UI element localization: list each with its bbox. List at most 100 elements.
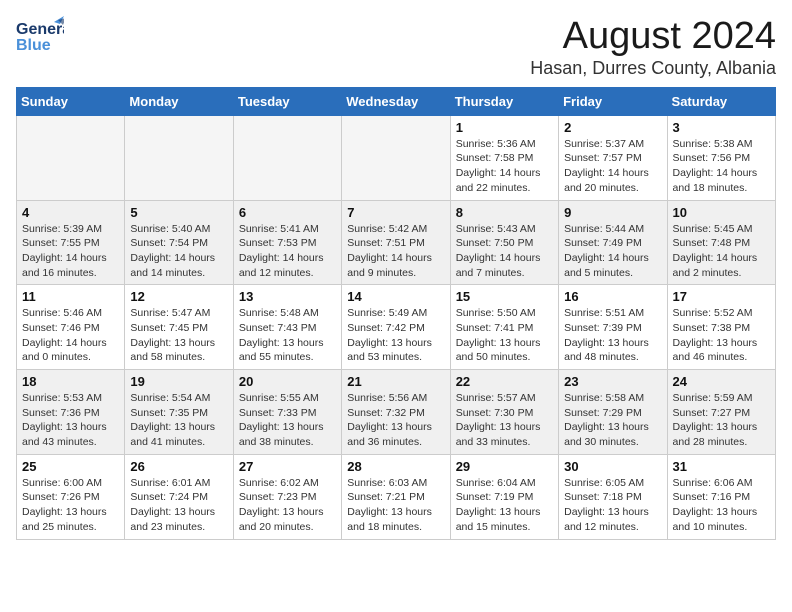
day-info: Sunrise: 5:44 AM Sunset: 7:49 PM Dayligh… bbox=[564, 222, 661, 281]
day-info: Sunrise: 5:54 AM Sunset: 7:35 PM Dayligh… bbox=[130, 391, 227, 450]
table-row: 5 Sunrise: 5:40 AM Sunset: 7:54 PM Daylig… bbox=[125, 200, 233, 285]
day-number: 25 bbox=[22, 459, 119, 474]
table-row bbox=[342, 115, 450, 200]
day-number: 2 bbox=[564, 120, 661, 135]
day-info: Sunrise: 5:53 AM Sunset: 7:36 PM Dayligh… bbox=[22, 391, 119, 450]
calendar-week-row: 18 Sunrise: 5:53 AM Sunset: 7:36 PM Dayli… bbox=[17, 370, 776, 455]
logo-icon: General Blue bbox=[16, 16, 64, 54]
day-number: 27 bbox=[239, 459, 336, 474]
table-row: 25Sunrise: 6:00 AM Sunset: 7:26 PM Dayli… bbox=[17, 454, 125, 539]
day-info: Sunrise: 6:03 AM Sunset: 7:21 PM Dayligh… bbox=[347, 476, 444, 535]
day-number: 29 bbox=[456, 459, 553, 474]
table-row: 2 Sunrise: 5:37 AM Sunset: 7:57 PM Daylig… bbox=[559, 115, 667, 200]
svg-text:Blue: Blue bbox=[16, 37, 51, 54]
day-info: Sunrise: 5:41 AM Sunset: 7:53 PM Dayligh… bbox=[239, 222, 336, 281]
day-info: Sunrise: 6:02 AM Sunset: 7:23 PM Dayligh… bbox=[239, 476, 336, 535]
day-number: 24 bbox=[673, 374, 770, 389]
day-number: 20 bbox=[239, 374, 336, 389]
day-number: 15 bbox=[456, 289, 553, 304]
day-number: 13 bbox=[239, 289, 336, 304]
col-thursday: Thursday bbox=[450, 87, 558, 115]
col-saturday: Saturday bbox=[667, 87, 775, 115]
logo: General Blue bbox=[16, 16, 64, 54]
day-number: 7 bbox=[347, 205, 444, 220]
day-info: Sunrise: 5:45 AM Sunset: 7:48 PM Dayligh… bbox=[673, 222, 770, 281]
page-subtitle: Hasan, Durres County, Albania bbox=[530, 58, 776, 79]
day-info: Sunrise: 5:37 AM Sunset: 7:57 PM Dayligh… bbox=[564, 137, 661, 196]
day-number: 18 bbox=[22, 374, 119, 389]
table-row: 24 Sunrise: 5:59 AM Sunset: 7:27 PM Dayli… bbox=[667, 370, 775, 455]
day-info: Sunrise: 5:56 AM Sunset: 7:32 PM Dayligh… bbox=[347, 391, 444, 450]
day-number: 12 bbox=[130, 289, 227, 304]
day-info: Sunrise: 6:06 AM Sunset: 7:16 PM Dayligh… bbox=[673, 476, 770, 535]
table-row: 15Sunrise: 5:50 AM Sunset: 7:41 PM Dayli… bbox=[450, 285, 558, 370]
calendar-week-row: 1 Sunrise: 5:36 AM Sunset: 7:58 PM Daylig… bbox=[17, 115, 776, 200]
day-number: 16 bbox=[564, 289, 661, 304]
table-row bbox=[125, 115, 233, 200]
col-tuesday: Tuesday bbox=[233, 87, 341, 115]
table-row: 26Sunrise: 6:01 AM Sunset: 7:24 PM Dayli… bbox=[125, 454, 233, 539]
page-header: General Blue August 2024 Hasan, Durres C… bbox=[16, 16, 776, 79]
col-monday: Monday bbox=[125, 87, 233, 115]
table-row: 27 Sunrise: 6:02 AM Sunset: 7:23 PM Dayli… bbox=[233, 454, 341, 539]
day-info: Sunrise: 5:55 AM Sunset: 7:33 PM Dayligh… bbox=[239, 391, 336, 450]
svg-text:General: General bbox=[16, 21, 64, 38]
day-info: Sunrise: 5:57 AM Sunset: 7:30 PM Dayligh… bbox=[456, 391, 553, 450]
day-info: Sunrise: 5:40 AM Sunset: 7:54 PM Dayligh… bbox=[130, 222, 227, 281]
day-number: 31 bbox=[673, 459, 770, 474]
day-info: Sunrise: 5:43 AM Sunset: 7:50 PM Dayligh… bbox=[456, 222, 553, 281]
col-wednesday: Wednesday bbox=[342, 87, 450, 115]
calendar-table: Sunday Monday Tuesday Wednesday Thursday… bbox=[16, 87, 776, 540]
day-number: 23 bbox=[564, 374, 661, 389]
table-row: 21 Sunrise: 5:56 AM Sunset: 7:32 PM Dayli… bbox=[342, 370, 450, 455]
table-row: 28 Sunrise: 6:03 AM Sunset: 7:21 PM Dayli… bbox=[342, 454, 450, 539]
day-number: 3 bbox=[673, 120, 770, 135]
day-info: Sunrise: 6:05 AM Sunset: 7:18 PM Dayligh… bbox=[564, 476, 661, 535]
col-sunday: Sunday bbox=[17, 87, 125, 115]
day-info: Sunrise: 5:51 AM Sunset: 7:39 PM Dayligh… bbox=[564, 306, 661, 365]
day-number: 5 bbox=[130, 205, 227, 220]
title-block: August 2024 Hasan, Durres County, Albani… bbox=[530, 16, 776, 79]
table-row: 18 Sunrise: 5:53 AM Sunset: 7:36 PM Dayli… bbox=[17, 370, 125, 455]
day-info: Sunrise: 6:01 AM Sunset: 7:24 PM Dayligh… bbox=[130, 476, 227, 535]
day-info: Sunrise: 5:36 AM Sunset: 7:58 PM Dayligh… bbox=[456, 137, 553, 196]
day-info: Sunrise: 5:42 AM Sunset: 7:51 PM Dayligh… bbox=[347, 222, 444, 281]
table-row: 10 Sunrise: 5:45 AM Sunset: 7:48 PM Dayli… bbox=[667, 200, 775, 285]
day-number: 1 bbox=[456, 120, 553, 135]
table-row: 31 Sunrise: 6:06 AM Sunset: 7:16 PM Dayli… bbox=[667, 454, 775, 539]
table-row: 29Sunrise: 6:04 AM Sunset: 7:19 PM Dayli… bbox=[450, 454, 558, 539]
day-info: Sunrise: 5:58 AM Sunset: 7:29 PM Dayligh… bbox=[564, 391, 661, 450]
table-row: 14Sunrise: 5:49 AM Sunset: 7:42 PM Dayli… bbox=[342, 285, 450, 370]
table-row: 8 Sunrise: 5:43 AM Sunset: 7:50 PM Daylig… bbox=[450, 200, 558, 285]
day-number: 10 bbox=[673, 205, 770, 220]
day-info: Sunrise: 5:39 AM Sunset: 7:55 PM Dayligh… bbox=[22, 222, 119, 281]
day-info: Sunrise: 5:47 AM Sunset: 7:45 PM Dayligh… bbox=[130, 306, 227, 365]
day-info: Sunrise: 5:59 AM Sunset: 7:27 PM Dayligh… bbox=[673, 391, 770, 450]
table-row: 13 Sunrise: 5:48 AM Sunset: 7:43 PM Dayli… bbox=[233, 285, 341, 370]
day-number: 19 bbox=[130, 374, 227, 389]
calendar-week-row: 25Sunrise: 6:00 AM Sunset: 7:26 PM Dayli… bbox=[17, 454, 776, 539]
day-number: 22 bbox=[456, 374, 553, 389]
day-number: 8 bbox=[456, 205, 553, 220]
table-row: 17 Sunrise: 5:52 AM Sunset: 7:38 PM Dayli… bbox=[667, 285, 775, 370]
table-row: 19 Sunrise: 5:54 AM Sunset: 7:35 PM Dayli… bbox=[125, 370, 233, 455]
table-row: 20 Sunrise: 5:55 AM Sunset: 7:33 PM Dayli… bbox=[233, 370, 341, 455]
table-row: 30 Sunrise: 6:05 AM Sunset: 7:18 PM Dayli… bbox=[559, 454, 667, 539]
day-number: 9 bbox=[564, 205, 661, 220]
col-friday: Friday bbox=[559, 87, 667, 115]
table-row: 7 Sunrise: 5:42 AM Sunset: 7:51 PM Daylig… bbox=[342, 200, 450, 285]
table-row: 11Sunrise: 5:46 AM Sunset: 7:46 PM Dayli… bbox=[17, 285, 125, 370]
table-row: 4Sunrise: 5:39 AM Sunset: 7:55 PM Daylig… bbox=[17, 200, 125, 285]
day-info: Sunrise: 5:52 AM Sunset: 7:38 PM Dayligh… bbox=[673, 306, 770, 365]
day-number: 28 bbox=[347, 459, 444, 474]
day-info: Sunrise: 5:46 AM Sunset: 7:46 PM Dayligh… bbox=[22, 306, 119, 365]
day-info: Sunrise: 5:48 AM Sunset: 7:43 PM Dayligh… bbox=[239, 306, 336, 365]
day-info: Sunrise: 5:38 AM Sunset: 7:56 PM Dayligh… bbox=[673, 137, 770, 196]
day-number: 6 bbox=[239, 205, 336, 220]
table-row: 16 Sunrise: 5:51 AM Sunset: 7:39 PM Dayli… bbox=[559, 285, 667, 370]
page-title: August 2024 bbox=[530, 16, 776, 58]
day-number: 30 bbox=[564, 459, 661, 474]
day-number: 17 bbox=[673, 289, 770, 304]
day-number: 21 bbox=[347, 374, 444, 389]
table-row: 6 Sunrise: 5:41 AM Sunset: 7:53 PM Daylig… bbox=[233, 200, 341, 285]
